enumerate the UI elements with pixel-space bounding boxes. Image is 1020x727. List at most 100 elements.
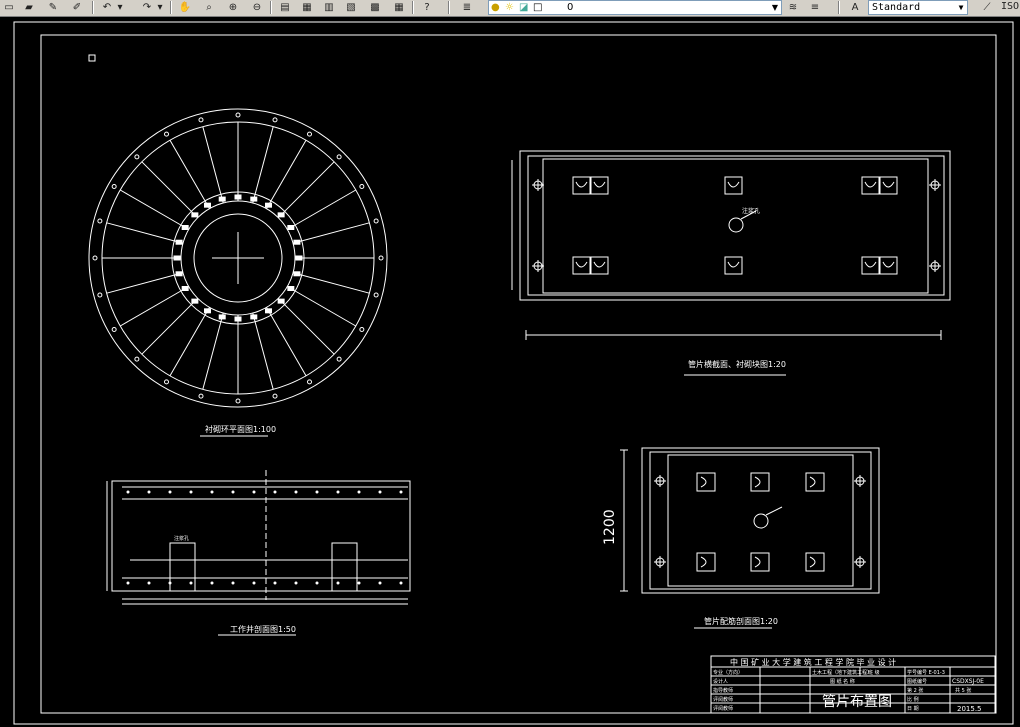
ring-bolt-label bbox=[250, 314, 258, 320]
lock-icon: ◪ bbox=[519, 2, 529, 13]
zoom-window-icon[interactable]: ⊕ bbox=[226, 1, 240, 14]
segment-handhole-arc bbox=[864, 261, 877, 268]
ring-radial-line bbox=[266, 307, 307, 377]
chevron-down-icon[interactable]: ▼ bbox=[770, 1, 780, 14]
ring-bolt-hole bbox=[97, 292, 103, 298]
undo-icon[interactable]: ↶ bbox=[100, 1, 114, 14]
separator bbox=[92, 1, 94, 14]
plan-handhole-arc bbox=[809, 556, 816, 568]
section-rebar-dot bbox=[147, 581, 151, 585]
ring-bolt-label bbox=[250, 196, 258, 202]
title-r5c4: 2015.5 bbox=[957, 705, 982, 713]
segment-handhole-arc bbox=[575, 181, 588, 188]
ring-radial-line bbox=[119, 286, 189, 327]
undo-dropdown-icon[interactable]: ▾ bbox=[113, 1, 127, 14]
text-style-dropdown[interactable]: Standard ▼ bbox=[868, 0, 968, 15]
design-center-icon[interactable]: ▦ bbox=[300, 1, 314, 14]
title-r2c4: CSDXSJ-0E bbox=[952, 678, 984, 685]
ring-radial-line bbox=[287, 189, 357, 230]
section-rebar-dot bbox=[231, 490, 235, 494]
markup-icon[interactable]: ▩ bbox=[368, 1, 382, 14]
chevron-down-icon[interactable]: ▼ bbox=[956, 1, 966, 14]
ring-bolt-hole bbox=[134, 154, 140, 160]
section-rebar-dot bbox=[399, 490, 403, 494]
title-r1c2: 土木工程（地下建筑工程） bbox=[812, 669, 872, 676]
segment-handhole bbox=[590, 176, 609, 195]
plan-caption: 管片配筋剖面图1:20 bbox=[704, 616, 778, 626]
title-r2c3: 图纸编号 bbox=[907, 678, 927, 685]
section-rebar-dot bbox=[357, 490, 361, 494]
text-style-icon[interactable]: A bbox=[848, 1, 862, 14]
ring-bolt-hole bbox=[198, 117, 204, 123]
section-rebar-dot bbox=[126, 581, 130, 585]
tool-palettes-icon[interactable]: ▥ bbox=[322, 1, 336, 14]
ring-bolt-hole bbox=[359, 184, 365, 189]
section-rebar-dot bbox=[378, 490, 382, 494]
ring-bolt-label bbox=[175, 271, 183, 277]
layer-manager-icon[interactable]: ≣ bbox=[460, 1, 474, 14]
title-r2c2: 图 纸 名 称 bbox=[830, 678, 855, 685]
ring-bolt-label bbox=[293, 239, 301, 245]
ring-bolt-hole bbox=[373, 292, 379, 298]
pen-icon[interactable]: ✎ bbox=[46, 1, 60, 14]
ring-bolt-label bbox=[191, 212, 199, 218]
section-rebar-dot bbox=[189, 490, 193, 494]
title-r5c1: 评阅教师 bbox=[713, 705, 733, 712]
ring-bolt-hole bbox=[336, 154, 342, 160]
segment-caption: 管片横截面、衬砌块图1:20 bbox=[688, 359, 786, 369]
properties-icon[interactable]: ▤ bbox=[278, 1, 292, 14]
ring-radial-line bbox=[169, 307, 210, 377]
zoom-previous-icon[interactable]: ⊖ bbox=[250, 1, 264, 14]
segment-handhole-arc bbox=[593, 261, 606, 268]
section-rebar-dot bbox=[315, 581, 319, 585]
pan-icon[interactable]: ✋ bbox=[178, 1, 192, 14]
ring-bolt-label bbox=[295, 255, 303, 261]
redo-dropdown-icon[interactable]: ▾ bbox=[153, 1, 167, 14]
ring-bolt-hole bbox=[198, 393, 204, 399]
ring-bolt-label bbox=[173, 255, 181, 261]
segment-handhole bbox=[879, 256, 898, 275]
help-icon[interactable]: ? bbox=[420, 1, 434, 14]
zoom-realtime-icon[interactable]: ⌕ bbox=[202, 1, 216, 14]
ring-bolt-hole bbox=[235, 112, 241, 118]
ring-bolt-label bbox=[204, 202, 211, 208]
segment-handhole bbox=[879, 176, 898, 195]
title-r3c4: 共 5 张 bbox=[955, 687, 971, 694]
section-rebar-dot bbox=[357, 581, 361, 585]
drawing-title: 管片布置图 bbox=[822, 694, 892, 710]
layer-name: 0 bbox=[567, 2, 574, 13]
title-r3c3: 第 2 张 bbox=[907, 687, 923, 694]
ring-bolt-label bbox=[265, 202, 272, 208]
ring-radial-line bbox=[277, 297, 335, 355]
ring-bolt-label bbox=[277, 298, 285, 304]
ring-radial-line bbox=[266, 139, 307, 209]
open-icon[interactable]: ▰ bbox=[22, 1, 36, 14]
ring-radial-line bbox=[169, 139, 210, 209]
dim-style-name[interactable]: ISO bbox=[1001, 1, 1019, 12]
drawing-canvas[interactable]: 衬砌环平面图1:100 管片横截面、衬砌块图1:20 注浆孔 工作井剖面图1:5… bbox=[0, 17, 1020, 727]
plan-handhole-arc bbox=[700, 556, 707, 568]
segment-handhole bbox=[590, 256, 609, 275]
ring-bolt-hole bbox=[92, 255, 98, 261]
layer-previous-icon[interactable]: ≋ bbox=[786, 1, 800, 14]
dim-style-icon[interactable]: ⟋ bbox=[980, 1, 994, 14]
brush-icon[interactable]: ✐ bbox=[70, 1, 84, 14]
segment-handhole bbox=[724, 256, 743, 275]
section-rebar-dot bbox=[126, 490, 130, 494]
ucs-marker bbox=[88, 54, 96, 62]
separator bbox=[838, 1, 840, 14]
title-r1c1: 专业（方向） bbox=[713, 669, 743, 676]
redo-icon[interactable]: ↷ bbox=[140, 1, 154, 14]
new-icon[interactable]: ▭ bbox=[2, 1, 16, 14]
sheet-set-icon[interactable]: ▧ bbox=[344, 1, 358, 14]
layer-dropdown[interactable]: ● ☼ ◪ □ 0 ▼ bbox=[488, 0, 782, 15]
sheet-outer-border bbox=[13, 21, 1014, 725]
sheet-inner-border bbox=[40, 34, 997, 714]
ring-bolt-hole bbox=[164, 379, 169, 385]
segment-handhole-arc bbox=[593, 181, 606, 188]
ring-bolt-label bbox=[218, 196, 226, 202]
ring-bolt-label bbox=[234, 194, 242, 200]
grout-hole-label: 注浆孔 bbox=[742, 207, 760, 215]
layer-states-icon[interactable]: ≡ bbox=[808, 1, 822, 14]
calculator-icon[interactable]: ▦ bbox=[392, 1, 406, 14]
